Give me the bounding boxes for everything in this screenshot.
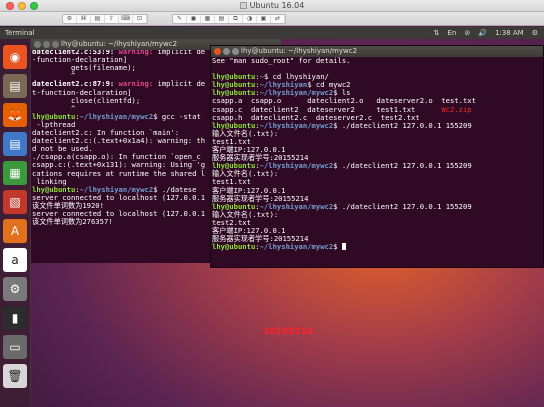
vm-icon [239,2,247,9]
vm-toolbar-button[interactable]: ▣ [257,15,271,23]
vm-title: Ubuntu 16.04 [0,1,544,10]
software-center-icon[interactable]: A [3,219,27,243]
vm-toolbar-button[interactable]: ⇄ [271,15,285,23]
vm-toolbar-button[interactable]: ⌘ [77,15,91,23]
terminal-text: Wc2.zip [441,104,472,114]
terminal-line: See "man sudo_root" for details. [212,56,542,65]
files-icon[interactable]: ▤ [3,74,27,98]
ubuntu-logo-icon[interactable]: ◉ [3,45,27,69]
vm-toolbar-button[interactable]: ◼ [187,15,201,23]
text-cursor [341,243,346,251]
writer-icon[interactable]: ▤ [3,132,27,156]
panel-indicator[interactable]: ⚙ [532,27,538,39]
close-icon[interactable] [214,48,221,55]
terminal-text: $ ./dateclient2 127.0.0.1 155209 [333,201,472,211]
terminal-window-front[interactable]: lhy@ubuntu: ~/lhyshiyan/mywc2 See "man s… [210,45,544,268]
vm-toolbar-button[interactable]: ✎ [173,15,187,23]
panel-indicator[interactable]: 1:38 AM [495,27,524,39]
terminal-text: ~/lhyshiyan/mywc2 [79,111,154,121]
panel-indicator[interactable]: ⇅ [434,27,440,39]
impress-icon[interactable]: ▧ [3,190,27,214]
vm-toolbar-button[interactable]: ▦ [201,15,215,23]
terminal-text: implicit de [157,79,206,89]
terminal-line: 输入文件名(.txt): [212,210,542,219]
terminal-title: lhy@ubuntu: ~/lhyshiyan/mywc2 [61,40,178,48]
terminal-line: lhy@ubuntu:~/lhyshiyan/mywc2$ [212,243,542,251]
terminal-text: $ ./dateclient2 127.0.0.1 155209 [333,161,472,171]
calc-icon[interactable]: ▦ [3,161,27,185]
terminal-icon[interactable]: ▮ [3,306,27,330]
maximize-icon[interactable] [232,48,239,55]
maximize-icon[interactable] [52,41,59,48]
trash-icon[interactable]: 🗑 [3,364,27,388]
terminal-line: 输入文件名(.txt): [212,170,542,178]
unity-launcher: ◉ ▤ 🦊 ▤ ▦ ▧ Aa ⚙ ▮ ▭ 🗑 [0,39,31,407]
terminal-text: See "man sudo_root" for details. [212,56,351,65]
close-icon[interactable] [34,41,41,48]
vm-toolbar-group-right: ✎ ◼ ▦ ▤ ⧉ ◑ ▣ ⇄ [172,14,286,24]
vm-toolbar-button[interactable]: ⧉ [229,15,243,23]
vm-toolbar-button[interactable]: ◑ [243,15,257,23]
terminal-text: ~/lhyshiyan/mywc2 [259,242,334,252]
system-settings-icon[interactable]: ⚙ [3,277,27,301]
panel-indicator[interactable]: ⊘ [464,27,470,39]
vm-toolbar-button[interactable]: ⌨ [119,15,133,23]
terminal-output: See "man sudo_root" for details. lhy@ubun… [212,56,542,267]
vm-toolbar-button[interactable]: ⚙ [63,15,77,23]
vm-toolbar: ⚙ ⌘ ▤ ⇧ ⌨ ⊡ ✎ ◼ ▦ ▤ ⧉ ◑ ▣ ⇄ [0,12,544,26]
vm-toolbar-button[interactable]: ▤ [91,15,105,23]
vm-toolbar-button[interactable]: ⊡ [133,15,147,23]
amazon-icon[interactable]: a [3,248,27,272]
panel-indicator[interactable]: En [447,27,456,39]
terminal-text: lhy@ubuntu [212,242,256,252]
panel-indicator[interactable]: 🔊 [478,27,487,39]
minimize-icon[interactable] [223,48,230,55]
terminal-text: $ gcc -stat [153,111,201,121]
vm-toolbar-button[interactable]: ▤ [215,15,229,23]
terminal-line: 输入文件名(.txt): [212,129,542,138]
student-id-overlay: 20155214 [263,327,314,337]
vm-title-text: Ubuntu 16.04 [249,1,305,10]
window-buttons [214,48,239,55]
terminal-text: 该文件单词数为276357! [32,217,113,227]
vm-toolbar-button[interactable]: ⇧ [105,15,119,23]
minimize-icon[interactable] [43,41,50,48]
firefox-icon[interactable]: 🦊 [3,103,27,127]
indicator-area: ⇅ En ⊘ 🔊 1:38 AM ⚙ [434,27,538,39]
terminal-text: $ [333,242,342,252]
vm-toolbar-group-left: ⚙ ⌘ ▤ ⇧ ⌨ ⊡ [62,14,148,24]
window-buttons [34,41,59,48]
disk-icon[interactable]: ▭ [3,335,27,359]
terminal-text: $ ./dateclient2 127.0.0.1 155209 [333,120,472,130]
vm-titlebar: Ubuntu 16.04 [0,0,544,12]
active-app-name: Terminal [5,29,35,37]
ubuntu-top-panel: Terminal ⇅ En ⊘ 🔊 1:38 AM ⚙ [0,27,544,39]
